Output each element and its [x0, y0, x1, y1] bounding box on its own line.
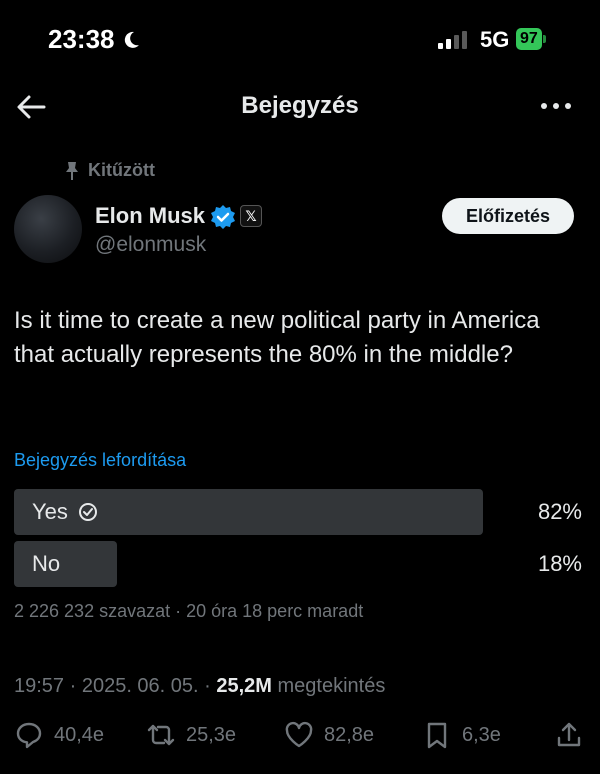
- bookmark-icon: [427, 722, 447, 749]
- like-button[interactable]: 82,8e: [284, 720, 374, 750]
- reply-count: 40,4e: [54, 723, 105, 746]
- avatar[interactable]: [14, 195, 82, 263]
- author-name[interactable]: Elon Musk: [95, 203, 205, 229]
- translate-link[interactable]: Bejegyzés lefordítása: [14, 450, 186, 471]
- poll-percent: 18%: [537, 551, 582, 576]
- views-count[interactable]: 25,2M: [216, 675, 272, 697]
- author-handle[interactable]: @elonmusk: [95, 233, 206, 257]
- post-text: Is it time to create a new political par…: [14, 307, 540, 368]
- poll-option-text: No: [32, 551, 61, 576]
- poll-option-label: No: [32, 551, 60, 577]
- bookmark-button[interactable]: 6,3e: [422, 720, 501, 750]
- heart-icon: [285, 721, 313, 748]
- poll-option-text: Yes: [32, 499, 68, 524]
- repost-count: 25,3e: [186, 723, 237, 746]
- status-bar: 23:38 5G 97: [0, 0, 600, 80]
- pinned-indicator: Kitűzött: [64, 160, 155, 181]
- post-date: 19:57 · 2025. 06. 05. ·: [14, 675, 217, 697]
- time-text: 23:38: [48, 24, 115, 54]
- repost-icon: [147, 724, 175, 746]
- page-title: Bejegyzés: [241, 92, 359, 119]
- battery-icon: 97: [516, 28, 546, 50]
- action-bar: 40,4e 25,3e 82,8e 6,3e: [0, 720, 600, 760]
- share-button[interactable]: [554, 720, 584, 750]
- signal-icon: [438, 29, 467, 49]
- reply-button[interactable]: 40,4e: [14, 720, 104, 750]
- battery-level: 97: [516, 28, 542, 50]
- poll-option-no[interactable]: No 18%: [14, 541, 586, 587]
- poll-meta: 2 226 232 szavazat · 20 óra 18 perc mara…: [14, 601, 364, 621]
- pinned-label: Kitűzött: [88, 160, 155, 180]
- subscribe-button[interactable]: Előfizetés: [442, 198, 574, 234]
- repost-button[interactable]: 25,3e: [146, 720, 236, 750]
- share-icon: [557, 722, 581, 747]
- header: Bejegyzés: [0, 80, 600, 136]
- more-options-icon[interactable]: [538, 94, 574, 118]
- bookmark-count: 6,3e: [462, 723, 501, 746]
- reply-icon: [16, 722, 42, 749]
- poll-option-label: Yes: [32, 499, 98, 525]
- x-logo-icon: 𝕏: [240, 205, 262, 227]
- poll-bar-no: [14, 541, 117, 587]
- like-count: 82,8e: [324, 723, 375, 746]
- verified-badge-icon: [211, 205, 235, 229]
- status-time: 23:38: [48, 24, 141, 55]
- pin-icon: [66, 161, 78, 180]
- views-label: megtekintés: [271, 675, 386, 697]
- network-label: 5G: [480, 27, 510, 52]
- moon-icon: [124, 31, 139, 48]
- poll-percent: 82%: [537, 499, 582, 524]
- poll-option-yes[interactable]: Yes 82%: [14, 489, 586, 535]
- post-timestamp: 19:57 · 2025. 06. 05. · 25,2M megtekinté…: [14, 675, 385, 698]
- check-circle-icon: [78, 503, 97, 521]
